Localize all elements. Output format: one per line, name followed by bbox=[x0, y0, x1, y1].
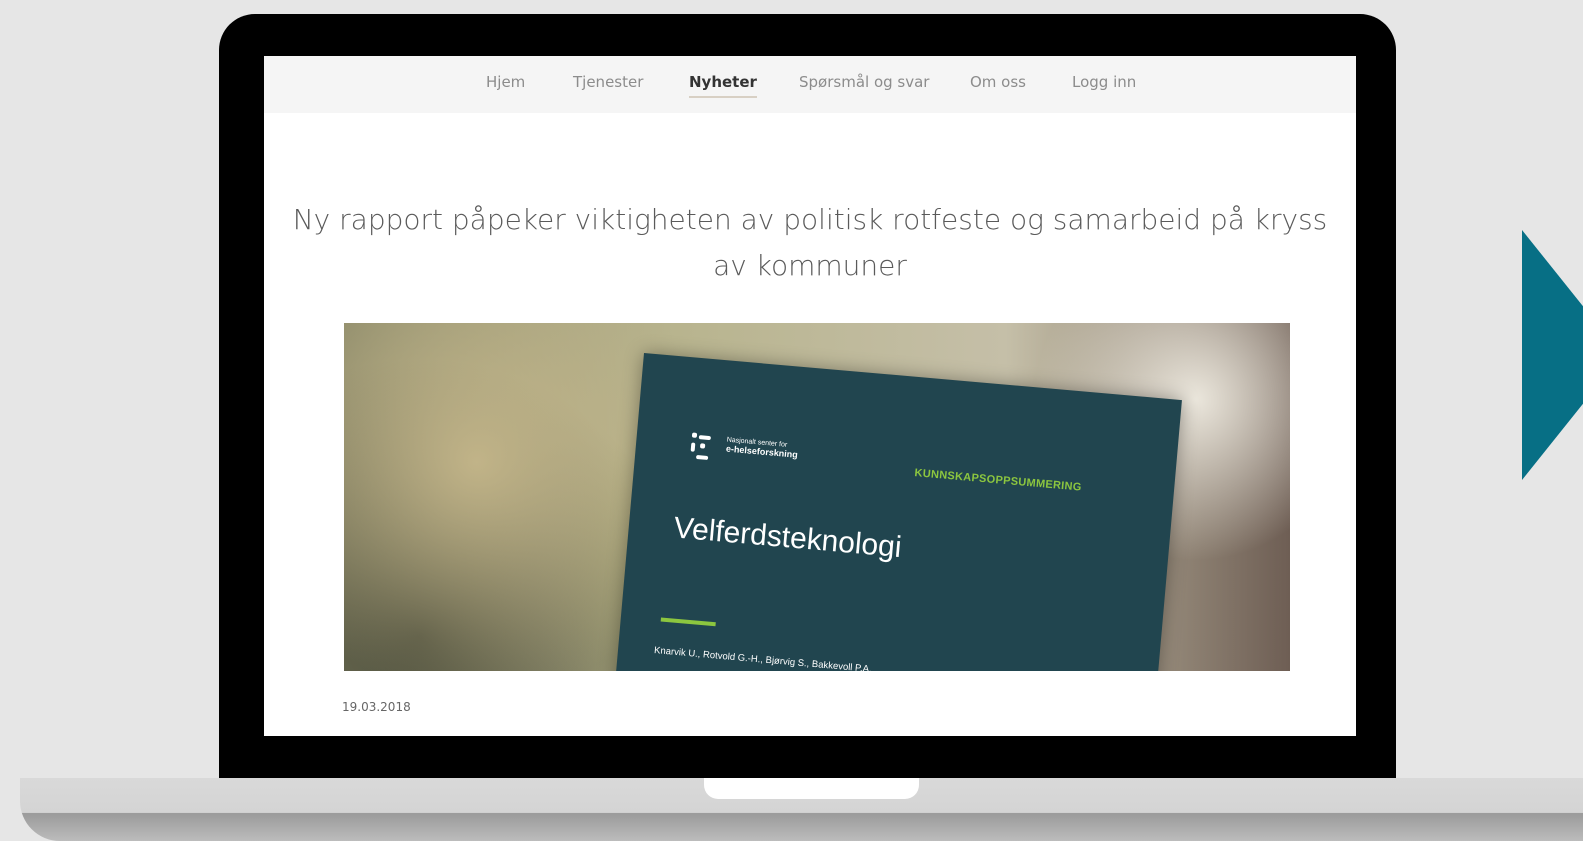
report-title: Velferdsteknologi bbox=[672, 511, 903, 565]
nav-item-om-oss[interactable]: Om oss bbox=[970, 73, 1026, 96]
nav-item-hjem[interactable]: Hjem bbox=[486, 73, 525, 96]
nav-item-sporsmal-og-svar[interactable]: Spørsmål og svar bbox=[799, 73, 929, 96]
browser-screen: Hjem Tjenester Nyheter Spørsmål og svar … bbox=[264, 56, 1356, 736]
arrow-right-icon bbox=[1522, 230, 1583, 480]
nav-item-tjenester[interactable]: Tjenester bbox=[573, 73, 643, 96]
report-kicker: KUNNSKAPSOPPSUMMERING bbox=[914, 467, 1083, 494]
org-logo-icon bbox=[690, 432, 712, 463]
article-hero-image: Nasjonalt senter for e-helseforskning KU… bbox=[344, 323, 1290, 671]
top-navigation: Hjem Tjenester Nyheter Spørsmål og svar … bbox=[264, 56, 1356, 113]
laptop-notch bbox=[704, 778, 919, 799]
article-date: 19.03.2018 bbox=[342, 700, 411, 714]
article-headline: Ny rapport påpeker viktigheten av politi… bbox=[292, 202, 1328, 282]
report-cover: Nasjonalt senter for e-helseforskning KU… bbox=[609, 353, 1182, 671]
report-accent-bar bbox=[660, 617, 716, 627]
org-name: Nasjonalt senter for e-helseforskning bbox=[726, 436, 799, 460]
nav-item-logg-inn[interactable]: Logg inn bbox=[1072, 73, 1136, 96]
nav-item-nyheter[interactable]: Nyheter bbox=[689, 73, 757, 98]
report-authors: Knarvik U., Rotvold G.-H., Bjørvig S., B… bbox=[653, 645, 873, 671]
